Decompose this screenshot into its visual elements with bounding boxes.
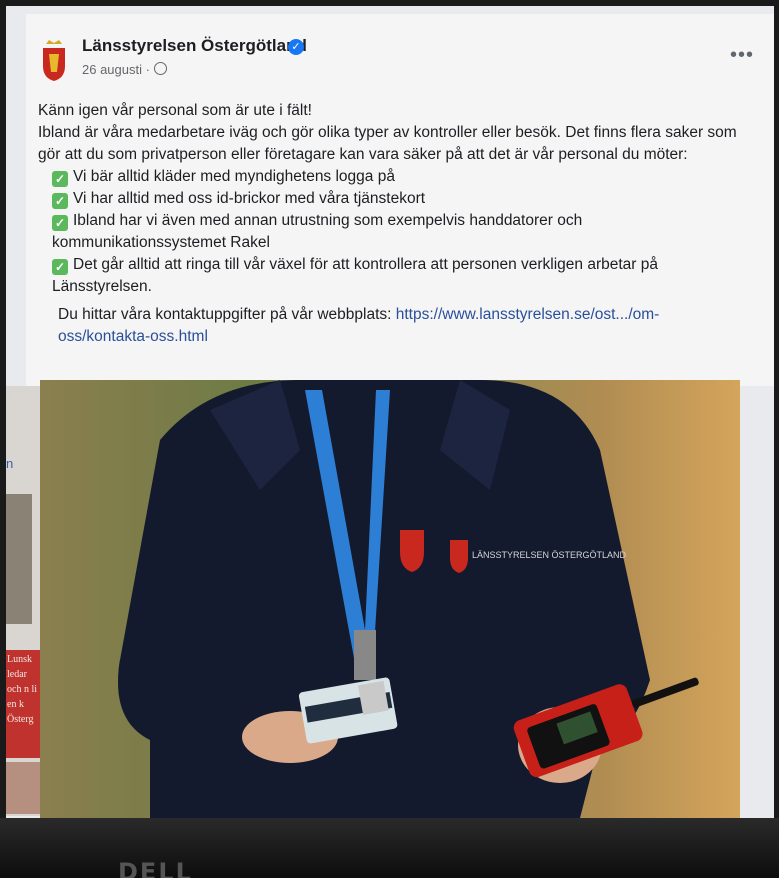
- side-thumbnail-text[interactable]: Lunsk ledar och n li en k Österg: [6, 650, 40, 758]
- bullet-item: ✓ Ibland har vi även med annan utrustning…: [52, 212, 583, 251]
- check-mark-icon: ✓: [52, 193, 68, 209]
- screen: n Lunsk ledar och n li en k Österg Länss…: [6, 6, 774, 818]
- lanyard-clip: [354, 630, 376, 680]
- side-column: n Lunsk ledar och n li en k Österg: [6, 386, 40, 818]
- side-thumbnail[interactable]: [6, 494, 32, 624]
- contact-line: Du hittar våra kontaktuppgifter på vår w…: [38, 304, 738, 348]
- side-link[interactable]: n: [6, 456, 13, 471]
- post-paragraph: Ibland är våra medarbetare iväg och gör …: [38, 124, 737, 163]
- post-photo[interactable]: LÄNSSTYRELSEN ÖSTERGÖTLAND: [40, 380, 740, 818]
- post-text: Känn igen vår personal som är ute i fält…: [38, 100, 738, 348]
- bullet-item: ✓ Vi har alltid med oss id-brickor med vå…: [38, 188, 738, 210]
- check-mark-icon: ✓: [52, 171, 68, 187]
- jacket-logo: [450, 540, 468, 573]
- side-thumbnail[interactable]: [6, 762, 40, 814]
- contact-text: Du hittar våra kontaktuppgifter på vår w…: [58, 306, 392, 323]
- bullet-item: ✓ Det går alltid att ringa till vår växel…: [52, 256, 658, 295]
- post-intro: Känn igen vår personal som är ute i fält…: [38, 102, 312, 119]
- jacket-logo-text: LÄNSSTYRELSEN ÖSTERGÖTLAND: [472, 550, 627, 560]
- check-mark-icon: ✓: [52, 259, 68, 275]
- post-card: Länsstyrelsen Östergötland ✓ 26 augusti …: [26, 14, 774, 386]
- verified-badge-icon: ✓: [288, 39, 304, 55]
- coat-of-arms-avatar[interactable]: [40, 38, 68, 82]
- globe-icon: [154, 62, 167, 75]
- jacket-logo: [400, 530, 424, 572]
- post-date[interactable]: 26 augusti ·: [82, 62, 150, 77]
- monitor-brand-logo: DELL: [118, 858, 193, 878]
- more-icon[interactable]: •••: [730, 44, 754, 67]
- monitor-bezel: [0, 818, 779, 878]
- bullet-item: ✓ Vi bär alltid kläder med myndighetens l…: [38, 166, 738, 188]
- check-mark-icon: ✓: [52, 215, 68, 231]
- photo-illustration: LÄNSSTYRELSEN ÖSTERGÖTLAND: [118, 380, 699, 818]
- page-name[interactable]: Länsstyrelsen Östergötland: [82, 36, 307, 56]
